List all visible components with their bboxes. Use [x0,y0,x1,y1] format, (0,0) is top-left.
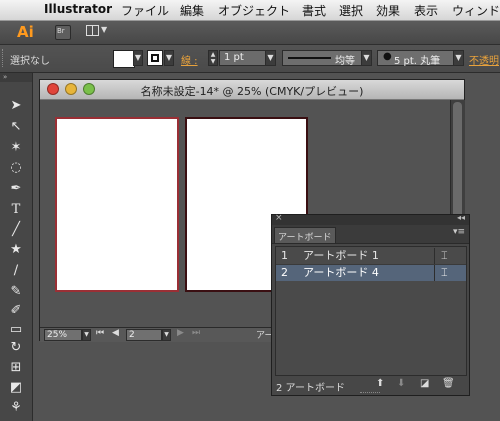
chevron-down-icon: ▼ [101,25,108,34]
collapse-panel-icon[interactable]: ◂◂ [457,213,465,222]
menu-bar: Illustrator ファイル 編集 オブジェクト 書式 選択 効果 表示 ウ… [0,0,500,21]
panel-tab-strip: アートボード ▾≡ [272,225,469,244]
zoom-dropdown[interactable]: ▼ [82,329,91,341]
menu-object[interactable]: オブジェクト [218,2,290,19]
list-item[interactable]: 2 アートボード 4 ⌶ [276,265,466,281]
fill-swatch[interactable] [113,50,135,68]
chevron-down-icon: ▼ [455,53,462,62]
fill-dropdown[interactable]: ▼ [133,50,143,66]
profile-line-icon [288,57,331,59]
next-artboard-icon[interactable]: ▶ [177,328,184,338]
scroll-thumb[interactable] [453,102,462,222]
application-bar: Ai Br ▼ [0,21,500,45]
brush-field[interactable]: ● 5 pt. 丸筆 [377,50,454,67]
menu-edit[interactable]: 編集 [180,2,204,19]
tools-panel: » ➤ ↖ ✶ ◌ ✒ T ╱ ★ ∕ ✎ ✐ ▭ ↻ ⊞ ◩ ⚘ [0,73,33,421]
stroke-weight-dropdown[interactable]: ▼ [265,50,276,66]
first-artboard-icon[interactable]: ⏮ [96,328,104,338]
chevron-down-icon: ▼ [134,53,142,62]
selection-tool-icon[interactable]: ➤ [6,97,26,114]
menu-view[interactable]: 表示 [414,2,438,19]
previous-artboard-icon[interactable]: ◀ [112,328,119,338]
document-title-bar: 名称未設定-14* @ 25% (CMYK/プレビュー) [40,80,464,100]
artboard-row-name: アートボード 4 [303,266,379,279]
lasso-tool-icon[interactable]: ◌ [6,159,26,176]
width-profile-dropdown[interactable]: ▼ [361,50,372,66]
grip-icon[interactable] [2,49,7,67]
chevron-down-icon: ▼ [84,331,89,338]
blob-brush-tool-icon[interactable]: ✐ [6,302,26,319]
tab-artboards-label: アートボード [278,233,332,243]
scale-tool-icon[interactable]: ⊞ [6,359,26,376]
chevron-down-icon: ▼ [267,53,274,62]
zoom-field[interactable]: 25% [44,329,82,341]
eraser-tool-icon[interactable]: ▭ [6,321,26,338]
brush-dropdown[interactable]: ▼ [453,50,464,66]
artboard-row-name: アートボード 1 [303,249,379,262]
brush-label: 5 pt. 丸筆 [394,56,441,67]
ai-logo: Ai [17,23,34,41]
rotate-tool-icon[interactable]: ↻ [6,339,26,356]
artboard-options-icon[interactable]: ⌶ [441,265,448,281]
panel-header[interactable]: × ◂◂ [272,213,469,225]
arrange-documents-button[interactable]: ▼ [86,25,108,38]
stroke-dropdown[interactable]: ▼ [164,50,174,66]
direct-selection-tool-icon[interactable]: ↖ [6,118,26,135]
paintbrush-tool-icon[interactable]: ∕ [6,262,26,279]
tab-artboards[interactable]: アートボード [274,227,336,243]
selection-status: 選択なし [10,56,50,67]
bridge-icon: Br [57,27,65,35]
move-up-icon[interactable]: ⬆ [376,378,384,389]
list-item[interactable]: 1 アートボード 1 ⌶ [276,248,466,265]
bridge-button[interactable]: Br [55,25,71,40]
collapse-icon[interactable]: » [0,73,32,82]
resize-grip-icon[interactable] [360,392,380,396]
line-tool-icon[interactable]: ╱ [6,221,26,238]
artboards-list: 1 アートボード 1 ⌶ 2 アートボード 4 ⌶ [275,246,467,376]
pen-tool-icon[interactable]: ✒ [6,180,26,197]
stroke-swatch[interactable] [147,50,163,66]
last-artboard-icon[interactable]: ⏭ [192,328,200,338]
opacity-label[interactable]: 不透明 [469,52,499,67]
brush-dot-icon: ● [383,51,392,62]
stroke-weight-field[interactable]: 1 pt [219,50,266,66]
app-menu[interactable]: Illustrator [44,2,112,16]
control-bar: 選択なし ▼ ▼ 線 : ▲ ▼ 1 pt ▼ 均等 ▼ ● 5 pt. 丸筆 ▼… [0,45,500,73]
new-artboard-icon[interactable]: ◪ [420,378,429,389]
menu-file[interactable]: ファイル [121,2,169,19]
artboard-1[interactable] [55,117,179,292]
panel-menu-icon[interactable]: ▾≡ [453,227,465,237]
artboard-row-number: 2 [281,266,288,279]
type-tool-icon[interactable]: T [6,201,26,218]
free-transform-tool-icon[interactable]: ◩ [6,379,26,396]
artboards-panel: × ◂◂ アートボード ▾≡ 1 アートボード 1 ⌶ 2 アートボード 4 ⌶… [271,213,470,396]
menu-effect[interactable]: 効果 [376,2,400,19]
artboard-number-field[interactable]: 2 [126,329,162,341]
magic-wand-tool-icon[interactable]: ✶ [6,139,26,156]
artboard-options-icon[interactable]: ⌶ [441,248,448,264]
stroke-weight-stepper[interactable]: ▲ ▼ [208,50,218,66]
chevron-down-icon: ▼ [165,53,173,62]
document-title: 名称未設定-14* @ 25% (CMYK/プレビュー) [140,85,364,98]
width-profile-label: 均等 [335,56,355,67]
chevron-down-icon: ▼ [363,53,370,62]
arrange-documents-icon [86,25,99,36]
move-down-icon[interactable]: ⬇ [397,378,405,389]
pencil-tool-icon[interactable]: ✎ [6,283,26,300]
menu-select[interactable]: 選択 [339,2,363,19]
artboard-count: 2 アートボード [276,383,345,394]
stroke-label[interactable]: 線 : [181,52,198,67]
menu-window[interactable]: ウィンドウ [452,2,500,19]
star-tool-icon[interactable]: ★ [6,241,26,258]
shape-builder-tool-icon[interactable]: ⚘ [6,399,26,416]
close-panel-icon[interactable]: × [275,213,283,223]
artboard-row-number: 1 [281,249,288,262]
chevron-down-icon: ▼ [164,331,169,338]
width-profile-field[interactable]: 均等 [282,50,362,67]
delete-artboard-icon[interactable]: 🗑 [442,378,455,389]
artboard-number-dropdown[interactable]: ▼ [162,329,171,341]
menu-type[interactable]: 書式 [302,2,326,19]
